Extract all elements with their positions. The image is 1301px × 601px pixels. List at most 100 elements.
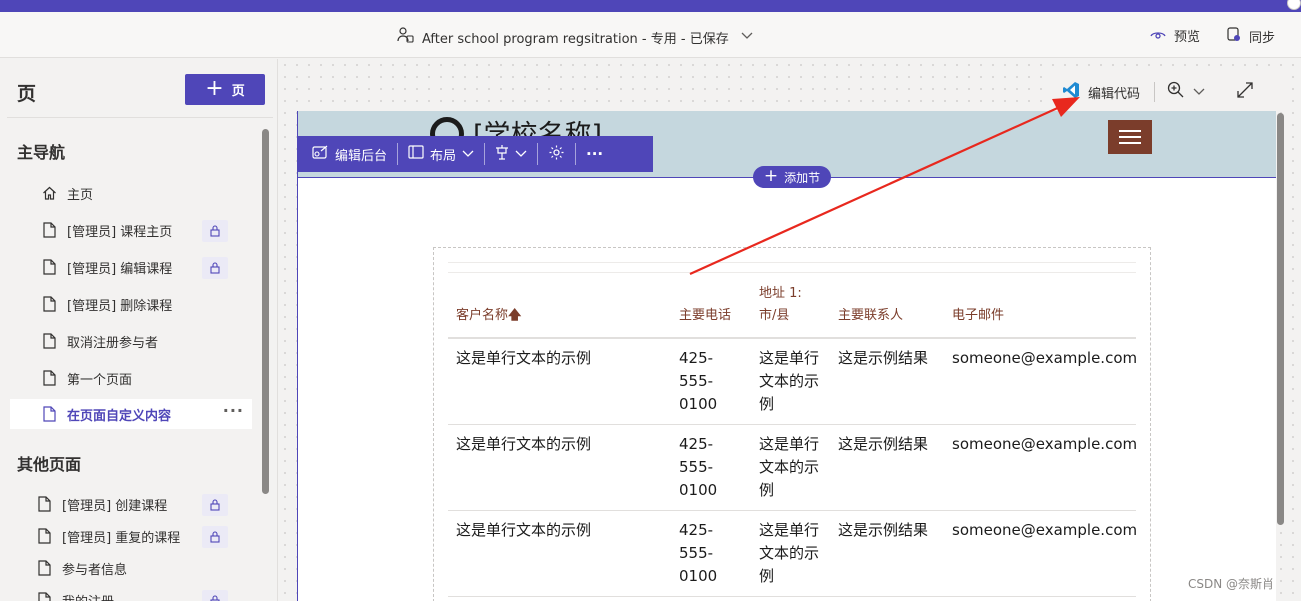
cell-email: someone@example.com [952, 349, 1138, 367]
edit-code-label: 编辑代码 [1088, 86, 1141, 102]
cell-contact: 这是示例结果 [838, 435, 929, 453]
nav-item-admin-duplicate-course[interactable]: [管理员] 重复的课程 [10, 521, 252, 551]
site-title: After school program regsitration - 专用 -… [422, 31, 729, 47]
nav-item-label: 第一个页面 [67, 372, 133, 388]
more-options-icon[interactable]: ··· [223, 401, 244, 420]
lock-icon [202, 590, 228, 601]
column-header-email[interactable]: 电子邮件 [952, 305, 1004, 327]
list-table: 客户名称🡅 主要电话 地址 1: 市/县 主要联系人 电子邮件 这是单行文本的示… [448, 262, 1138, 597]
table-row[interactable]: 这是单行文本的示例 425-555-0100 这是单行文本的示例 这是示例结果 … [448, 511, 1138, 597]
edit-backend-button[interactable]: 编辑后台 [298, 136, 397, 172]
cell-city: 这是单行文本的示例 [759, 435, 820, 499]
cell-name: 这是单行文本的示例 [456, 521, 592, 539]
page-icon [36, 528, 52, 544]
sync-label: 同步 [1249, 30, 1276, 46]
app-top-bar [0, 0, 1301, 12]
nav-item-label: 在页面自定义内容 [67, 408, 172, 424]
page-icon [36, 560, 52, 576]
chevron-down-icon [741, 32, 753, 43]
add-section-label: 添加节 [784, 170, 821, 185]
section-style-button[interactable] [485, 136, 537, 172]
cell-phone: 425-555-0100 [679, 349, 718, 413]
more-options-button[interactable]: ··· [576, 136, 613, 172]
lock-icon [202, 220, 228, 242]
more-icon: ··· [586, 145, 604, 163]
preview-label: 预览 [1174, 30, 1201, 45]
add-page-button[interactable]: + 页 [185, 74, 265, 105]
home-icon [41, 186, 57, 200]
section-toolbar: 编辑后台 布局 ··· [298, 136, 653, 172]
settings-button[interactable] [538, 136, 575, 172]
pages-pane-scrollbar[interactable] [262, 129, 269, 494]
nav-item-unregister[interactable]: 取消注册参与者 [10, 326, 252, 356]
nav-item-admin-delete-course[interactable]: [管理员] 删除课程 [10, 289, 252, 319]
preview-button[interactable]: 预览 [1150, 26, 1200, 45]
cell-email: someone@example.com [952, 435, 1138, 453]
site-title-button[interactable]: After school program regsitration - 专用 -… [396, 26, 753, 48]
nav-item-my-registrations[interactable]: 我的注册 [10, 585, 252, 601]
plus-icon: + [763, 165, 779, 186]
column-header-contact[interactable]: 主要联系人 [838, 305, 903, 327]
nav-item-first-page[interactable]: 第一个页面 [10, 363, 252, 393]
cell-city: 这是单行文本的示例 [759, 349, 820, 413]
hamburger-menu-button[interactable] [1108, 120, 1152, 154]
nav-item-label: 参与者信息 [62, 562, 128, 578]
cell-name: 这是单行文本的示例 [456, 435, 592, 453]
page-icon [36, 496, 52, 512]
nav-item-label: 我的注册 [62, 591, 114, 601]
zoom-button[interactable] [1167, 81, 1205, 103]
nav-item-label: [管理员] 编辑课程 [67, 261, 173, 277]
nav-item-label: [管理员] 删除课程 [67, 298, 173, 314]
nav-item-label: 主页 [67, 187, 94, 203]
other-pages-title: 其他页面 [17, 455, 82, 474]
column-header-phone[interactable]: 主要电话 [679, 305, 731, 327]
zoom-icon [1167, 81, 1185, 103]
chevron-down-icon [1193, 85, 1205, 100]
nav-item-custom-content[interactable]: 在页面自定义内容 ··· [10, 399, 252, 429]
page-icon [41, 259, 57, 275]
lock-icon [202, 257, 228, 279]
main-nav-title: 主导航 [17, 143, 66, 162]
nav-item-label: [管理员] 创建课程 [62, 498, 168, 514]
nav-item-participant-info[interactable]: 参与者信息 [10, 553, 252, 583]
column-header-customer-name[interactable]: 客户名称🡅 [456, 305, 521, 327]
cell-contact: 这是示例结果 [838, 349, 929, 367]
edit-code-button[interactable]: 编辑代码 [1062, 81, 1140, 103]
page-icon [36, 592, 52, 601]
table-row[interactable]: 这是单行文本的示例 425-555-0100 这是单行文本的示例 这是示例结果 … [448, 339, 1138, 425]
column-header-address-city[interactable]: 地址 1: 市/县 [759, 283, 819, 327]
layout-button[interactable]: 布局 [398, 136, 484, 172]
table-row[interactable]: 这是单行文本的示例 425-555-0100 这是单行文本的示例 这是示例结果 … [448, 425, 1138, 511]
page-icon [41, 370, 57, 386]
avatar[interactable] [1287, 0, 1301, 10]
nav-item-admin-edit-course[interactable]: [管理员] 编辑课程 [10, 252, 252, 282]
menu-line [1119, 136, 1141, 138]
page-icon [41, 296, 57, 312]
pages-heading: 页 [17, 83, 37, 105]
menu-line [1119, 130, 1141, 132]
menu-line [1119, 142, 1141, 144]
page-icon [41, 222, 57, 238]
nav-item-home[interactable]: 主页 [10, 178, 252, 208]
command-bar: After school program regsitration - 专用 -… [0, 12, 1301, 58]
page-icon [41, 333, 57, 349]
table-header: 客户名称🡅 主要电话 地址 1: 市/县 主要联系人 电子邮件 [448, 273, 1136, 339]
nav-item-admin-course-home[interactable]: [管理员] 课程主页 [10, 215, 252, 245]
nav-item-admin-create-course[interactable]: [管理员] 创建课程 [10, 489, 252, 519]
nav-item-label: 取消注册参与者 [67, 335, 159, 351]
nav-item-label: [管理员] 重复的课程 [62, 530, 181, 546]
cell-email: someone@example.com [952, 521, 1138, 539]
column-label: 客户名称 [456, 308, 509, 323]
canvas-scrollbar[interactable] [1277, 113, 1284, 525]
expand-button[interactable] [1237, 82, 1253, 102]
gear-icon [548, 144, 565, 165]
sync-icon [1227, 26, 1241, 46]
plus-icon: + [205, 75, 224, 101]
site-users-icon [396, 26, 414, 48]
cell-phone: 425-555-0100 [679, 435, 718, 499]
pages-pane: 页 + 页 主导航 主页 [管理员] 课程主页 [管理员] 编辑课程 [管理员]… [0, 59, 278, 601]
chevron-down-icon [462, 147, 474, 162]
add-section-button[interactable]: + 添加节 [753, 166, 831, 188]
sync-button[interactable]: 同步 [1227, 26, 1275, 46]
watermark: CSDN @奈斯肖 [1188, 577, 1275, 591]
